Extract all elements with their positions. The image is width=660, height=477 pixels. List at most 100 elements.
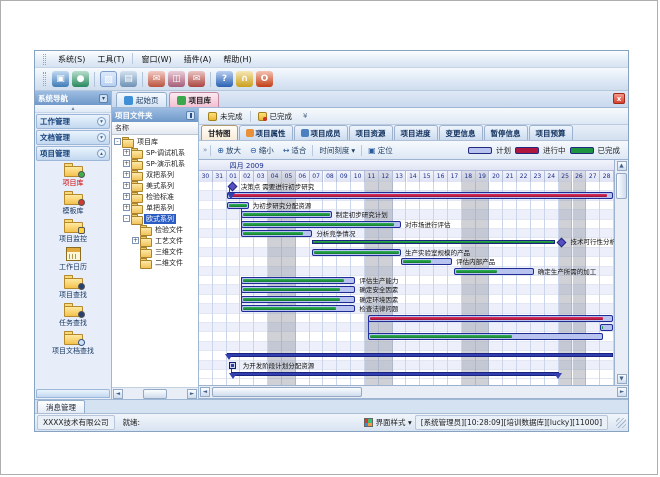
tree-item-7[interactable]: -欧式系列 xyxy=(112,213,198,224)
gantt-summary-bar[interactable] xyxy=(227,353,613,357)
toolbar-grip[interactable] xyxy=(43,72,46,86)
scroll-right-icon[interactable]: ► xyxy=(617,387,627,397)
tab-项目进度[interactable]: 项目进度 xyxy=(394,125,438,140)
chevron-icon[interactable]: ▾ xyxy=(97,133,106,142)
filter-unfinished-button[interactable]: 未完成 xyxy=(203,110,248,123)
gantt-toolbar-overflow[interactable]: » xyxy=(203,146,207,154)
zoom-in-button[interactable]: ⊕放大 xyxy=(214,144,244,157)
ui-style-dropdown[interactable]: 界面样式 ▾ xyxy=(376,417,412,428)
fit-button[interactable]: ↔适合 xyxy=(280,144,310,157)
tab-甘特图[interactable]: 甘特图 xyxy=(201,125,238,140)
tab-项目资源[interactable]: 项目资源 xyxy=(349,125,393,140)
gantt-task-bar[interactable] xyxy=(241,286,356,293)
gantt-task-bar[interactable] xyxy=(312,249,401,256)
tab-项目成员[interactable]: 项目成员 xyxy=(294,125,348,140)
sidebar-item-5[interactable]: 任务查找 xyxy=(38,303,108,328)
gantt-task-bar[interactable] xyxy=(368,333,603,340)
tree-item-10[interactable]: 三维文件 xyxy=(112,246,198,257)
sidebar-item-0[interactable]: 项目库 xyxy=(38,163,108,188)
tree-item-3[interactable]: +双把系列 xyxy=(112,169,198,180)
tab-起始页[interactable]: 起始页 xyxy=(116,92,167,107)
locate-button[interactable]: ▣定位 xyxy=(365,144,396,157)
tree-hscroll-thumb[interactable] xyxy=(143,389,167,399)
gantt-hscroll-thumb[interactable] xyxy=(212,387,362,397)
scroll-left-icon[interactable]: ◄ xyxy=(200,387,210,397)
gantt-hscrollbar[interactable]: ◄ ► xyxy=(199,386,628,399)
tree-column-header[interactable]: 名称 xyxy=(112,122,198,135)
gantt-task-bar[interactable] xyxy=(241,211,332,218)
gantt-task-bar[interactable] xyxy=(241,305,356,312)
mail-alert-icon[interactable]: ✉ xyxy=(188,71,205,87)
tab-项目预算[interactable]: 项目预算 xyxy=(529,125,573,140)
tree-expander[interactable]: + xyxy=(123,193,130,200)
gantt-task-bar[interactable] xyxy=(454,268,534,275)
tree-item-11[interactable]: 二维文件 xyxy=(112,257,198,268)
globe-icon[interactable]: ● xyxy=(72,71,89,87)
gantt-task-bar[interactable] xyxy=(227,192,613,199)
tab-项目属性[interactable]: 项目属性 xyxy=(239,125,293,140)
report-icon[interactable]: ▤ xyxy=(120,71,137,87)
menu-item-4[interactable]: 帮助(H) xyxy=(217,53,257,66)
sidebar-item-4[interactable]: 项目查找 xyxy=(38,275,108,300)
tree-expander[interactable]: + xyxy=(123,204,130,211)
menubar-grip[interactable] xyxy=(43,54,46,65)
gantt-task-bar[interactable] xyxy=(401,258,452,265)
gantt-task-bar[interactable] xyxy=(368,315,613,322)
tree-expander[interactable]: + xyxy=(123,160,130,167)
filter-finished-button[interactable]: 已完成 xyxy=(253,110,298,123)
gantt-task-bar[interactable] xyxy=(241,230,313,237)
zoom-out-button[interactable]: ⊖缩小 xyxy=(247,144,277,157)
lock-icon[interactable]: ∩ xyxy=(236,71,253,87)
sidebar-item-1[interactable]: 模板库 xyxy=(38,191,108,216)
desktop-icon[interactable]: ▣ xyxy=(52,71,69,87)
sidebar-item-2[interactable]: 项目监控 xyxy=(38,219,108,244)
milestone-box-icon[interactable] xyxy=(229,362,236,369)
power-icon[interactable]: O xyxy=(256,71,273,87)
close-tab-button[interactable]: x xyxy=(613,93,625,104)
gantt-task-bar[interactable] xyxy=(241,296,356,303)
tree-expander[interactable]: + xyxy=(132,237,139,244)
menu-item-0[interactable]: 系统(S) xyxy=(52,53,91,66)
tree-item-5[interactable]: +检验标准 xyxy=(112,191,198,202)
gantt-vscrollbar[interactable]: ▲ ▼ xyxy=(615,160,628,385)
help-icon[interactable]: ? xyxy=(216,71,233,87)
time-scale-dropdown[interactable]: 时间刻度▾ xyxy=(316,144,358,157)
nav-group-2[interactable]: 项目管理▴ xyxy=(36,146,110,161)
tree-item-4[interactable]: +美式系列 xyxy=(112,180,198,191)
tab-变更信息[interactable]: 变更信息 xyxy=(439,125,483,140)
nav-group-partial[interactable] xyxy=(36,389,110,398)
members-icon[interactable]: ◫ xyxy=(168,71,185,87)
tree-item-8[interactable]: 检验文件 xyxy=(112,224,198,235)
tab-暂停信息[interactable]: 暂停信息 xyxy=(484,125,528,140)
gantt-task-bar[interactable] xyxy=(241,277,356,284)
pin-icon[interactable] xyxy=(186,111,195,120)
folder-open-icon[interactable]: ▨ xyxy=(100,71,117,87)
menu-item-3[interactable]: 插件(A) xyxy=(178,53,218,66)
tree-item-0[interactable]: -项目库 xyxy=(112,136,198,147)
nav-group-1[interactable]: 文档管理▾ xyxy=(36,130,110,145)
chevron-icon[interactable]: ▾ xyxy=(97,117,106,126)
tree-hscrollbar[interactable]: ◄ ► xyxy=(112,387,198,399)
tree-expander[interactable]: + xyxy=(123,182,130,189)
gantt-task-bar[interactable] xyxy=(241,221,401,228)
nav-group-0[interactable]: 工作管理▾ xyxy=(36,114,110,129)
resize-grip[interactable] xyxy=(616,418,626,428)
gantt-grid[interactable]: 四月 2009303101020304050607080910111213141… xyxy=(199,160,615,385)
tree-expander[interactable]: - xyxy=(123,215,130,222)
scroll-left-icon[interactable]: ◄ xyxy=(113,389,123,399)
mail-icon[interactable]: ✉ xyxy=(148,71,165,87)
tree-item-1[interactable]: +SP-调试机系 xyxy=(112,147,198,158)
scroll-down-icon[interactable]: ▼ xyxy=(617,374,627,384)
menu-item-1[interactable]: 工具(T) xyxy=(91,53,130,66)
message-management-tab[interactable]: 消息管理 xyxy=(37,400,85,413)
tree-expander[interactable]: + xyxy=(123,149,130,156)
tree-item-6[interactable]: +单把系列 xyxy=(112,202,198,213)
gantt-summary-bar[interactable] xyxy=(231,372,559,376)
sidebar-item-6[interactable]: 项目文档查找 xyxy=(38,331,108,356)
gantt-task-bar[interactable] xyxy=(227,202,249,209)
gantt-vscroll-thumb[interactable] xyxy=(616,173,627,199)
scroll-right-icon[interactable]: ► xyxy=(187,389,197,399)
sidebar-item-3[interactable]: 工作日历 xyxy=(38,247,108,272)
gantt-task-bar[interactable] xyxy=(600,324,612,331)
filter-overflow-button[interactable]: ¥ xyxy=(299,112,311,120)
